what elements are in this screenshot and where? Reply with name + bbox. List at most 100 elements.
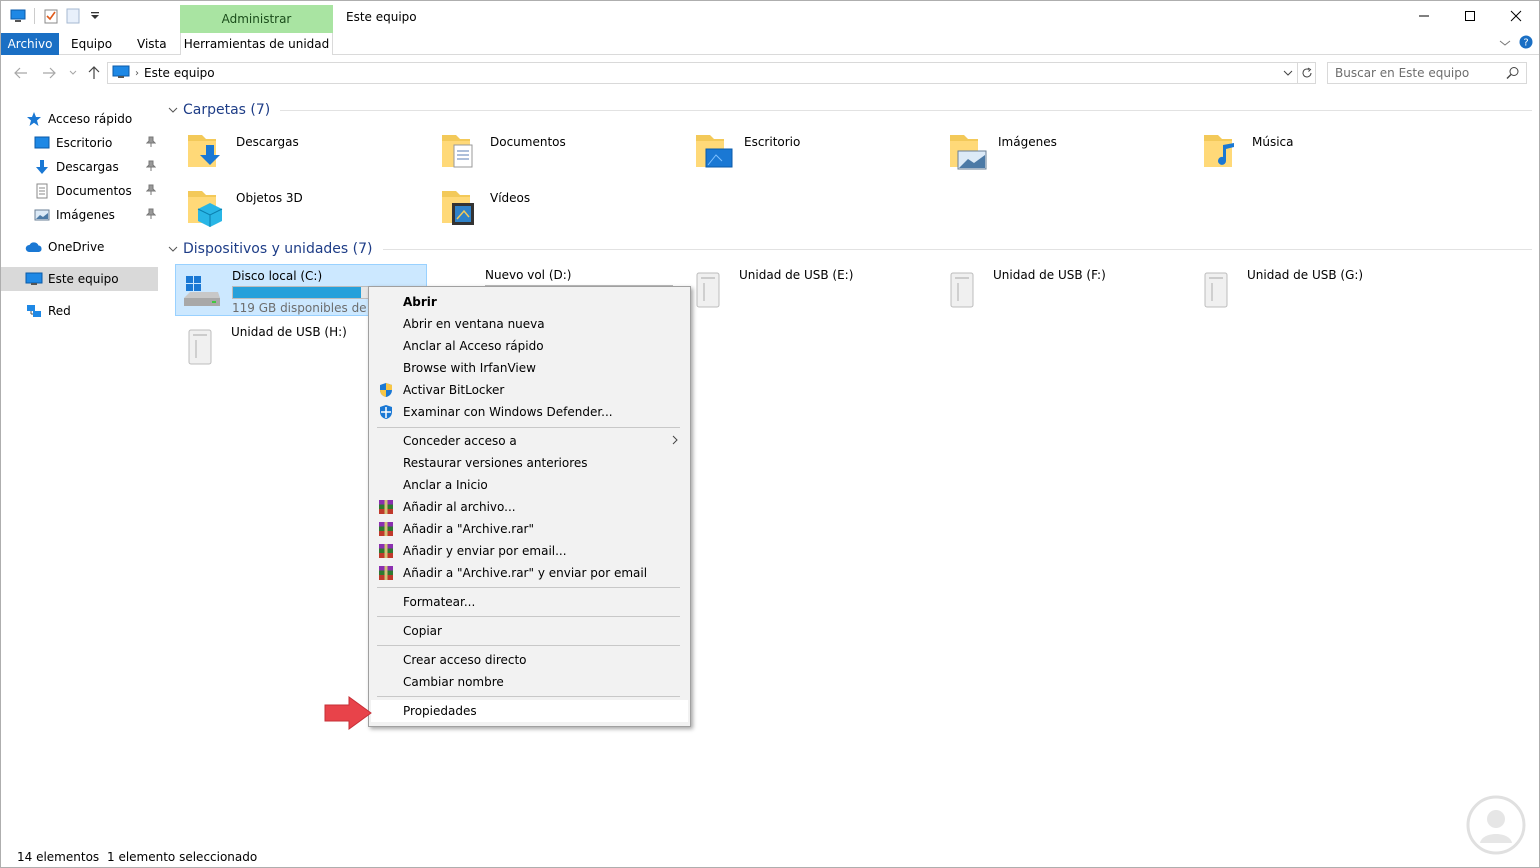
drive-usb-e[interactable]: Unidad de USB (E:) <box>683 264 935 316</box>
folders-group-header[interactable]: Carpetas (7) <box>166 99 1532 121</box>
folder-videos[interactable]: Vídeos <box>438 183 688 235</box>
customize-qat-icon[interactable] <box>86 7 104 25</box>
folder-label: Vídeos <box>490 191 531 205</box>
menu-item-anadir-archive-rar[interactable]: Añadir a "Archive.rar" <box>371 518 688 540</box>
minimize-icon[interactable] <box>1401 1 1447 31</box>
window-title: Este equipo <box>346 10 417 24</box>
chevron-down-icon[interactable] <box>166 246 180 252</box>
sidebar-item-label: Este equipo <box>48 272 119 286</box>
drive-label: Unidad de USB (E:) <box>739 268 854 282</box>
selection-count: 1 elemento seleccionado <box>107 850 258 864</box>
folder-musica[interactable]: Música <box>1200 127 1450 179</box>
group-divider <box>382 248 1532 250</box>
sidebar-item-label: Escritorio <box>56 136 113 150</box>
menu-item-anclar-acceso-rapido[interactable]: Anclar al Acceso rápido <box>371 335 688 357</box>
address-bar[interactable]: › Este equipo <box>107 62 1316 84</box>
star-icon <box>25 110 43 128</box>
folder-label: Imágenes <box>998 135 1057 149</box>
folder-descargas[interactable]: Descargas <box>184 127 434 179</box>
menu-item-anadir-archivo[interactable]: Añadir al archivo... <box>371 496 688 518</box>
menu-item-conceder-acceso[interactable]: Conceder acceso a <box>371 430 688 452</box>
menu-item-anclar-inicio[interactable]: Anclar a Inicio <box>371 474 688 496</box>
menu-item-abrir[interactable]: Abrir <box>371 291 688 313</box>
drive-info: Unidad de USB (G:) <box>1247 268 1435 316</box>
drive-info: Unidad de USB (E:) <box>739 268 927 316</box>
address-bar-controls <box>1279 63 1315 83</box>
menu-item-browse-irfanview[interactable]: Browse with IrfanView <box>371 357 688 379</box>
menu-item-activar-bitlocker[interactable]: Activar BitLocker <box>371 379 688 401</box>
menu-item-copiar[interactable]: Copiar <box>371 620 688 642</box>
drive-usb-f[interactable]: Unidad de USB (F:) <box>937 264 1189 316</box>
winrar-icon <box>377 498 395 516</box>
document-icon <box>33 182 51 200</box>
menu-item-anadir-rar-enviar-email[interactable]: Añadir a "Archive.rar" y enviar por emai… <box>371 562 688 584</box>
menu-separator <box>377 427 680 428</box>
sidebar-item-label: Red <box>48 304 71 318</box>
new-folder-icon[interactable] <box>64 7 82 25</box>
sidebar-item-acceso-rapido[interactable]: Acceso rápido <box>25 107 158 131</box>
tab-vista[interactable]: Vista <box>127 33 177 55</box>
sidebar-item-imagenes[interactable]: Imágenes <box>33 203 158 227</box>
forward-icon[interactable] <box>41 65 57 81</box>
network-icon <box>25 302 43 320</box>
tab-herramientas-de-unidad[interactable]: Herramientas de unidad <box>180 33 333 55</box>
sidebar-item-documentos[interactable]: Documentos <box>33 179 158 203</box>
drive-usb-g[interactable]: Unidad de USB (G:) <box>1191 264 1443 316</box>
item-count: 14 elementos <box>17 850 100 864</box>
shield-icon <box>377 381 395 399</box>
expand-ribbon-icon[interactable] <box>1499 37 1511 51</box>
tab-equipo[interactable]: Equipo <box>61 33 122 55</box>
chevron-down-icon[interactable] <box>166 107 180 113</box>
folder-escritorio[interactable]: Escritorio <box>692 127 942 179</box>
drive-label: Nuevo vol (D:) <box>485 268 572 282</box>
usb-drive-icon <box>175 321 225 371</box>
download-arrow-icon <box>33 158 51 176</box>
breadcrumb-chevron-icon[interactable]: › <box>135 68 139 79</box>
recent-locations-icon[interactable] <box>65 65 81 81</box>
sidebar-item-descargas[interactable]: Descargas <box>33 155 158 179</box>
explorer-window: Administrar Este equipo Archivo Equipo V… <box>0 0 1540 868</box>
menu-item-cambiar-nombre[interactable]: Cambiar nombre <box>371 671 688 693</box>
title-bar: Administrar Este equipo <box>1 1 1539 33</box>
close-icon[interactable] <box>1493 1 1539 31</box>
group-title: Dispositivos y unidades (7) <box>183 241 373 257</box>
context-menu: Abrir Abrir en ventana nueva Anclar al A… <box>368 286 691 727</box>
videos-folder-icon <box>438 183 486 231</box>
scrollbar[interactable] <box>1527 91 1540 861</box>
pin-icon <box>145 208 157 223</box>
sidebar-item-onedrive[interactable]: OneDrive <box>25 235 158 259</box>
menu-separator <box>377 587 680 588</box>
menu-item-formatear[interactable]: Formatear... <box>371 591 688 613</box>
sidebar-item-escritorio[interactable]: Escritorio <box>33 131 158 155</box>
sidebar-item-label: Acceso rápido <box>48 112 133 126</box>
search-input[interactable] <box>1335 66 1505 80</box>
sidebar-item-este-equipo[interactable]: Este equipo <box>1 267 158 291</box>
help-icon[interactable]: ? <box>1519 35 1533 52</box>
menu-item-restaurar-versiones[interactable]: Restaurar versiones anteriores <box>371 452 688 474</box>
maximize-icon[interactable] <box>1447 1 1493 31</box>
breadcrumb-este-equipo[interactable]: Este equipo <box>144 66 215 80</box>
devices-group-header[interactable]: Dispositivos y unidades (7) <box>166 238 1532 260</box>
up-icon[interactable] <box>86 65 102 81</box>
tab-archivo[interactable]: Archivo <box>1 33 59 55</box>
sidebar-item-label: Documentos <box>56 184 132 198</box>
folder-documentos[interactable]: Documentos <box>438 127 688 179</box>
menu-item-crear-acceso-directo[interactable]: Crear acceso directo <box>371 649 688 671</box>
menu-item-anadir-enviar-email[interactable]: Añadir y enviar por email... <box>371 540 688 562</box>
back-icon[interactable] <box>13 65 29 81</box>
refresh-icon[interactable] <box>1297 63 1315 83</box>
properties-icon[interactable] <box>42 7 60 25</box>
search-icon[interactable] <box>1506 66 1520 83</box>
search-box[interactable] <box>1327 62 1527 84</box>
pointer-arrow-icon <box>323 695 373 734</box>
menu-item-abrir-ventana-nueva[interactable]: Abrir en ventana nueva <box>371 313 688 335</box>
menu-item-windows-defender[interactable]: Examinar con Windows Defender... <box>371 401 688 423</box>
ribbon-controls: ? <box>1499 35 1533 52</box>
winrar-icon <box>377 542 395 560</box>
this-pc-icon[interactable] <box>9 7 27 25</box>
menu-item-propiedades[interactable]: Propiedades <box>371 700 688 722</box>
folder-objetos-3d[interactable]: Objetos 3D <box>184 183 434 235</box>
address-history-icon[interactable] <box>1279 63 1297 83</box>
folder-imagenes[interactable]: Imágenes <box>946 127 1196 179</box>
sidebar-item-red[interactable]: Red <box>25 299 158 323</box>
